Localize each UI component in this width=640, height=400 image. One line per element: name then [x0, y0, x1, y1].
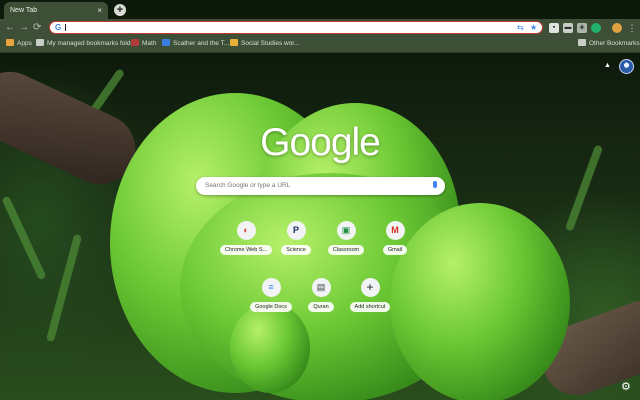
- shortcut-label: Quran: [308, 302, 334, 312]
- shortcut-label: Chrome Web S...: [220, 245, 273, 255]
- bookmark-social-studies[interactable]: Social Studies wor...: [230, 36, 300, 52]
- address-bar[interactable]: G ⇆ ★: [49, 21, 543, 34]
- translate-icon[interactable]: ⇆: [517, 22, 524, 33]
- search-box[interactable]: Search Google or type a URL: [196, 177, 445, 195]
- bookmark-label: Apps: [17, 40, 32, 47]
- tab-title: New Tab: [10, 7, 38, 14]
- bookmarks-bar: Apps My managed bookmarks folder Math Sc…: [0, 36, 640, 53]
- bookmark-managed-folder[interactable]: My managed bookmarks folder: [36, 36, 136, 52]
- bookmark-favicon-icon: [131, 39, 139, 46]
- extension-icon[interactable]: ▪: [549, 23, 559, 33]
- microphone-icon[interactable]: [433, 181, 437, 188]
- shortcut-google-docs[interactable]: ≡ Google Docs: [245, 278, 297, 312]
- shortcut-classroom[interactable]: ▣ Classroom: [320, 221, 372, 255]
- bookmark-scather[interactable]: Scather and the T...: [162, 36, 229, 52]
- bookmark-math[interactable]: Math: [131, 36, 156, 52]
- pearson-icon: P: [286, 221, 306, 240]
- bookmark-label: Math: [142, 40, 157, 47]
- profile-avatar[interactable]: [612, 23, 622, 33]
- toolbar: ← → ⟳ G ⇆ ★ ▪ ▬ ◈ ⋮: [0, 19, 640, 36]
- shortcut-science[interactable]: P Science: [270, 221, 322, 255]
- google-logo: Google: [260, 121, 381, 164]
- bookmark-label: My managed bookmarks folder: [47, 40, 137, 47]
- folder-icon: [36, 39, 44, 46]
- shortcut-label: Gmail: [382, 245, 408, 255]
- docs-favicon-icon: [162, 39, 170, 46]
- google-g-icon: G: [55, 23, 62, 32]
- extension-icon[interactable]: [591, 23, 601, 33]
- notification-bell-icon[interactable]: ▲: [604, 62, 611, 69]
- shortcut-quran[interactable]: ▤ Quran: [295, 278, 347, 312]
- shortcut-label: Google Docs: [250, 302, 292, 312]
- shortcut-label: Science: [281, 245, 311, 255]
- folder-icon: [578, 39, 586, 46]
- bookmark-star-icon[interactable]: ★: [530, 22, 537, 33]
- shield-extension-icon[interactable]: ◈: [577, 23, 587, 33]
- forward-icon[interactable]: →: [19, 19, 29, 36]
- bookmark-label: Scather and the T...: [173, 40, 230, 47]
- customize-gear-icon[interactable]: ⚙: [621, 380, 631, 393]
- docs-icon: ≡: [261, 278, 281, 297]
- bookmark-apps[interactable]: Apps: [6, 36, 32, 52]
- hand-favicon-icon: [230, 39, 238, 46]
- extension-icon[interactable]: ▬: [563, 23, 573, 33]
- shortcut-gmail[interactable]: M Gmail: [369, 221, 421, 255]
- classroom-icon: ▣: [336, 221, 356, 240]
- tab-new-tab[interactable]: New Tab ×: [4, 2, 108, 19]
- shortcut-label: Add shortcut: [349, 302, 391, 312]
- reload-icon[interactable]: ⟳: [33, 19, 41, 36]
- bookmark-label: Social Studies wor...: [241, 40, 300, 47]
- shortcut-chrome-web-store[interactable]: ◐ Chrome Web S...: [220, 221, 273, 255]
- tab-close-icon[interactable]: ×: [97, 2, 102, 19]
- bookmark-label: Other Bookmarks: [589, 40, 640, 47]
- shortcut-add[interactable]: + Add shortcut: [344, 278, 396, 312]
- chrome-icon: ◐: [236, 221, 256, 240]
- quran-icon: ▤: [311, 278, 331, 297]
- apps-grid-icon: [6, 39, 14, 46]
- new-tab-button[interactable]: +: [114, 4, 126, 16]
- menu-icon[interactable]: ⋮: [627, 23, 637, 33]
- bookmark-other[interactable]: Other Bookmarks: [578, 36, 640, 52]
- new-tab-page: ▲ Google Search Google or type a URL ◐ C…: [0, 53, 640, 400]
- shortcut-label: Classroom: [327, 245, 365, 255]
- plus-icon: +: [360, 278, 380, 297]
- account-avatar[interactable]: [619, 59, 634, 74]
- gmail-icon: M: [385, 221, 405, 240]
- search-placeholder: Search Google or type a URL: [205, 182, 291, 189]
- tab-strip: New Tab × +: [0, 0, 640, 19]
- text-caret: [65, 24, 66, 31]
- back-icon[interactable]: ←: [5, 19, 15, 36]
